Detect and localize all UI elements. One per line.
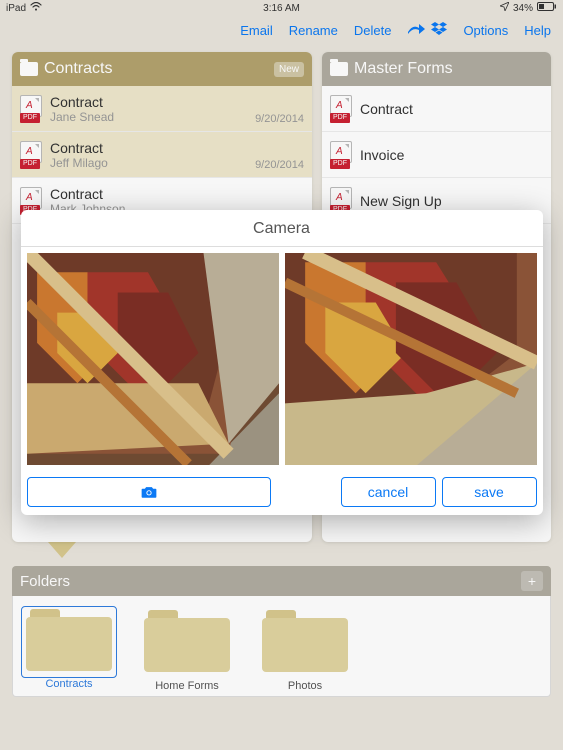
folders-title: Folders	[20, 573, 70, 590]
master-forms-header[interactable]: Master Forms	[322, 52, 551, 86]
toolbar: Email Rename Delete Options Help	[0, 16, 563, 44]
contracts-header[interactable]: Contracts New	[12, 52, 312, 86]
row-title: New Sign Up	[360, 193, 543, 209]
add-folder-button[interactable]: +	[521, 571, 543, 591]
wifi-icon	[30, 2, 42, 14]
pdf-icon: APDF	[20, 141, 42, 169]
pdf-icon: APDF	[330, 141, 352, 169]
new-badge[interactable]: New	[274, 62, 304, 77]
master-title: Master Forms	[354, 60, 453, 78]
row-title: Invoice	[360, 147, 543, 163]
folder-icon	[262, 610, 348, 672]
folder-label: Photos	[257, 680, 353, 692]
options-button[interactable]: Options	[463, 23, 508, 38]
modal-footer: cancel save	[21, 471, 543, 515]
pdf-icon: APDF	[20, 95, 42, 123]
list-item[interactable]: APDF Contract Jane Snead 9/20/2014	[12, 86, 312, 132]
folder-icon	[330, 62, 348, 76]
share-icon[interactable]	[407, 22, 425, 39]
row-date: 9/20/2014	[255, 159, 304, 171]
row-date: 9/20/2014	[255, 113, 304, 125]
battery-icon	[537, 2, 557, 14]
email-button[interactable]: Email	[240, 23, 273, 38]
camera-button[interactable]	[27, 477, 271, 507]
row-title: Contract	[50, 186, 304, 202]
folder-item-home-forms[interactable]: Home Forms	[139, 606, 235, 692]
list-item[interactable]: APDF Contract	[322, 86, 551, 132]
modal-body	[21, 247, 543, 471]
pdf-icon: APDF	[330, 95, 352, 123]
folder-item-contracts[interactable]: Contracts	[21, 606, 117, 692]
modal-title: Camera	[21, 210, 543, 247]
folders-panel: Folders + Contracts Home Forms Photos	[12, 566, 551, 697]
help-button[interactable]: Help	[524, 23, 551, 38]
photo-preview-left[interactable]	[27, 253, 279, 465]
list-item[interactable]: APDF Invoice	[322, 132, 551, 178]
rename-button[interactable]: Rename	[289, 23, 338, 38]
delete-button[interactable]: Delete	[354, 23, 392, 38]
arrow-down-icon	[48, 542, 76, 558]
camera-modal: Camera	[21, 210, 543, 515]
folders-header: Folders +	[12, 566, 551, 596]
status-bar: iPad 3:16 AM 34%	[0, 0, 563, 16]
status-right: 34%	[500, 2, 557, 14]
status-left: iPad	[6, 2, 42, 14]
folder-label: Home Forms	[139, 680, 235, 692]
folder-item-photos[interactable]: Photos	[257, 606, 353, 692]
dropbox-icon[interactable]	[431, 22, 447, 39]
row-title: Contract	[360, 101, 543, 117]
camera-icon	[140, 485, 158, 499]
folder-icon	[144, 610, 230, 672]
device-label: iPad	[6, 3, 26, 14]
status-time: 3:16 AM	[263, 3, 300, 14]
folders-body: Contracts Home Forms Photos	[12, 596, 551, 697]
list-item[interactable]: APDF Contract Jeff Milago 9/20/2014	[12, 132, 312, 178]
row-title: Contract	[50, 140, 304, 156]
contracts-title: Contracts	[44, 60, 112, 78]
location-icon	[500, 2, 509, 14]
folder-icon	[20, 62, 38, 76]
save-button[interactable]: save	[442, 477, 537, 507]
folder-label: Contracts	[21, 678, 117, 690]
cancel-button[interactable]: cancel	[341, 477, 436, 507]
photo-preview-right[interactable]	[285, 253, 537, 465]
folder-icon	[26, 609, 112, 671]
battery-pct: 34%	[513, 3, 533, 14]
row-title: Contract	[50, 94, 304, 110]
